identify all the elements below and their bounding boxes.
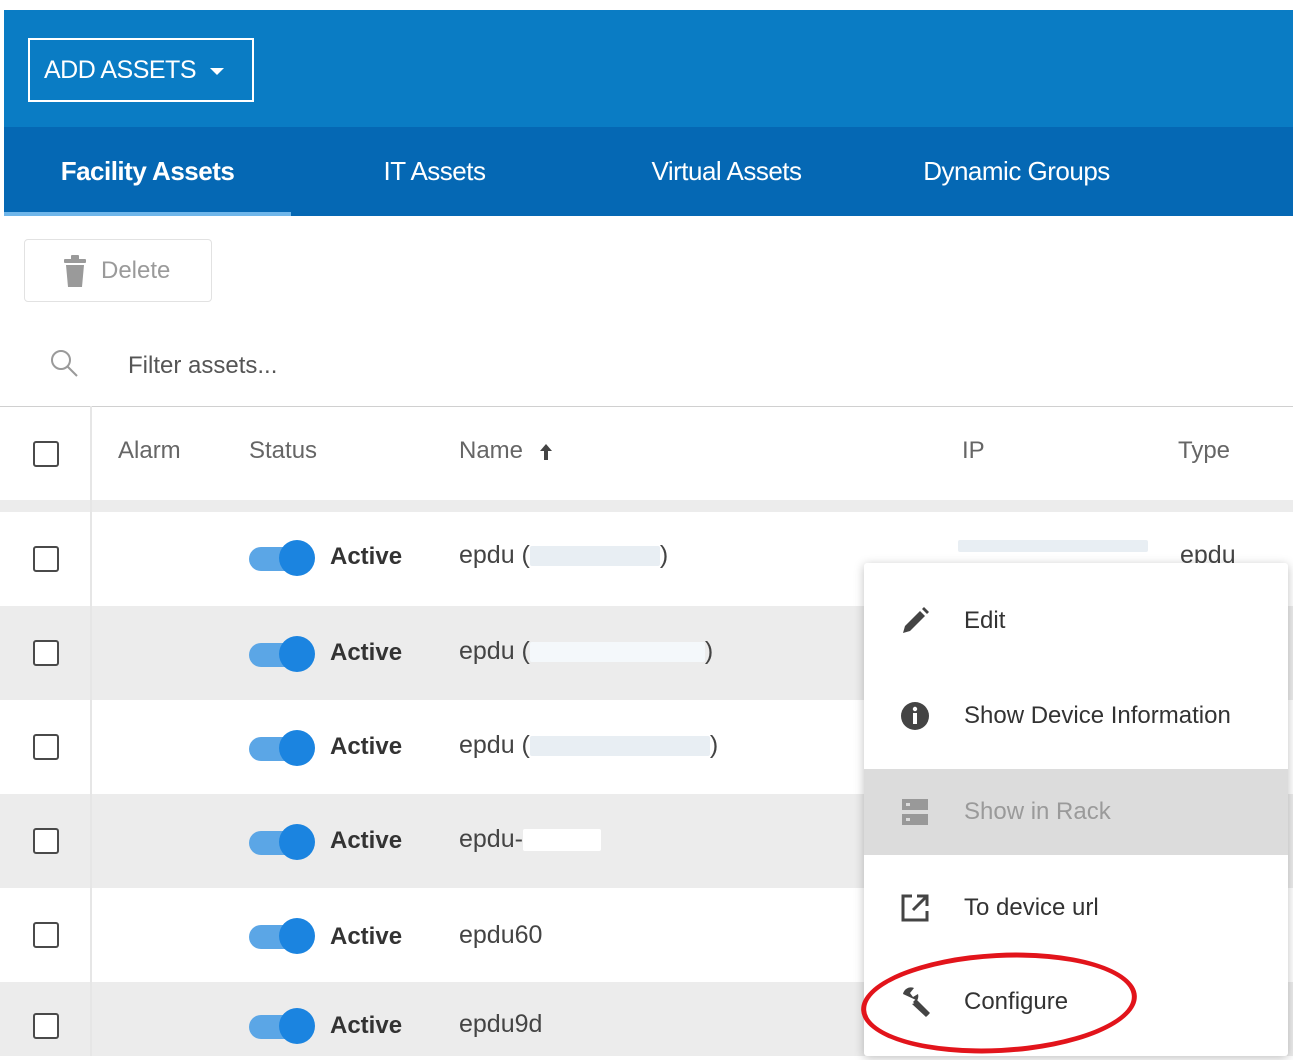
tab-label: IT Assets bbox=[383, 156, 486, 186]
row-checkbox[interactable] bbox=[33, 546, 59, 572]
info-icon bbox=[898, 699, 932, 733]
toggle-knob bbox=[279, 918, 315, 954]
asset-name-text: epdu ( bbox=[459, 637, 530, 665]
tab-it-assets[interactable]: IT Assets bbox=[357, 127, 512, 216]
status-toggle[interactable] bbox=[249, 1006, 315, 1046]
tab-label: Virtual Assets bbox=[651, 156, 802, 186]
asset-name-suffix: ) bbox=[709, 731, 719, 759]
menu-item-label: Show in Rack bbox=[964, 798, 1111, 825]
column-status[interactable]: Status bbox=[249, 437, 317, 465]
column-name-label: Name bbox=[459, 437, 524, 464]
caret-down-icon bbox=[210, 68, 224, 75]
asset-name[interactable]: epdu () bbox=[459, 637, 713, 666]
trash-icon bbox=[64, 254, 86, 287]
menu-item-label: Show Device Information bbox=[964, 702, 1231, 729]
row-checkbox[interactable] bbox=[33, 922, 59, 948]
status-label: Active bbox=[330, 543, 403, 570]
redacted-name bbox=[522, 829, 601, 852]
asset-name[interactable]: epdu9d bbox=[459, 1010, 542, 1039]
arrow-up-icon bbox=[539, 443, 552, 460]
column-name[interactable]: Name bbox=[459, 437, 554, 465]
asset-name-text: epdu- bbox=[459, 825, 523, 853]
toggle-knob bbox=[279, 636, 315, 672]
tab-bar: Facility Assets IT Assets Virtual Assets… bbox=[4, 127, 1293, 216]
status-label: Active bbox=[330, 923, 403, 950]
asset-name-suffix: ) bbox=[659, 541, 669, 569]
asset-name[interactable]: epdu- bbox=[459, 825, 601, 854]
asset-name-text: epdu ( bbox=[459, 731, 530, 759]
rack-icon bbox=[898, 795, 932, 829]
asset-name-text: epdu ( bbox=[459, 541, 530, 569]
delete-button[interactable]: Delete bbox=[24, 239, 212, 302]
external-link-icon bbox=[898, 891, 932, 925]
asset-name-suffix: ) bbox=[704, 637, 714, 665]
tab-dynamic-groups[interactable]: Dynamic Groups bbox=[894, 127, 1139, 216]
header-divider bbox=[0, 500, 1293, 512]
menu-item-edit[interactable]: Edit bbox=[864, 578, 1288, 664]
status-toggle[interactable] bbox=[249, 634, 315, 674]
status-toggle[interactable] bbox=[249, 538, 315, 578]
row-checkbox[interactable] bbox=[33, 828, 59, 854]
redacted-ip bbox=[529, 546, 660, 567]
status-label: Active bbox=[330, 1012, 403, 1039]
toggle-knob bbox=[279, 540, 315, 576]
status-toggle[interactable] bbox=[249, 916, 315, 956]
menu-item-to-device-url[interactable]: To device url bbox=[864, 865, 1288, 951]
column-type[interactable]: Type bbox=[1178, 437, 1230, 465]
pencil-icon bbox=[898, 604, 932, 638]
tab-label: Dynamic Groups bbox=[923, 156, 1110, 186]
search-icon bbox=[51, 350, 78, 377]
row-checkbox[interactable] bbox=[33, 1013, 59, 1039]
add-assets-button[interactable]: ADD ASSETS bbox=[28, 38, 254, 102]
row-checkbox[interactable] bbox=[33, 734, 59, 760]
tab-label: Facility Assets bbox=[60, 156, 235, 186]
menu-item-show-device-information[interactable]: Show Device Information bbox=[864, 673, 1288, 759]
status-label: Active bbox=[330, 639, 403, 666]
menu-item-show-in-rack[interactable]: Show in Rack bbox=[864, 769, 1288, 855]
add-assets-label: ADD ASSETS bbox=[44, 55, 197, 84]
menu-item-label: To device url bbox=[964, 894, 1099, 921]
status-toggle[interactable] bbox=[249, 728, 315, 768]
delete-label: Delete bbox=[101, 256, 171, 284]
toggle-knob bbox=[279, 1008, 315, 1044]
table-header: Alarm Status Name IP Type bbox=[0, 407, 1293, 500]
redacted-ip bbox=[529, 736, 710, 757]
toggle-knob bbox=[279, 730, 315, 766]
status-label: Active bbox=[330, 827, 403, 854]
row-checkbox[interactable] bbox=[33, 640, 59, 666]
tab-virtual-assets[interactable]: Virtual Assets bbox=[619, 127, 834, 216]
column-ip[interactable]: IP bbox=[962, 437, 985, 465]
select-all-checkbox[interactable] bbox=[33, 441, 59, 467]
column-divider bbox=[90, 406, 92, 1056]
redacted-ip bbox=[529, 642, 705, 663]
filter-assets-input[interactable] bbox=[128, 345, 728, 387]
asset-name[interactable]: epdu () bbox=[459, 541, 668, 570]
status-label: Active bbox=[330, 733, 403, 760]
column-alarm[interactable]: Alarm bbox=[118, 437, 181, 465]
asset-name[interactable]: epdu () bbox=[459, 731, 718, 760]
status-toggle[interactable] bbox=[249, 822, 315, 862]
asset-name[interactable]: epdu60 bbox=[459, 921, 542, 950]
tab-facility-assets[interactable]: Facility Assets bbox=[4, 127, 291, 216]
menu-item-label: Edit bbox=[964, 607, 1006, 634]
redacted-ip-cell bbox=[958, 540, 1148, 552]
toggle-knob bbox=[279, 824, 315, 860]
